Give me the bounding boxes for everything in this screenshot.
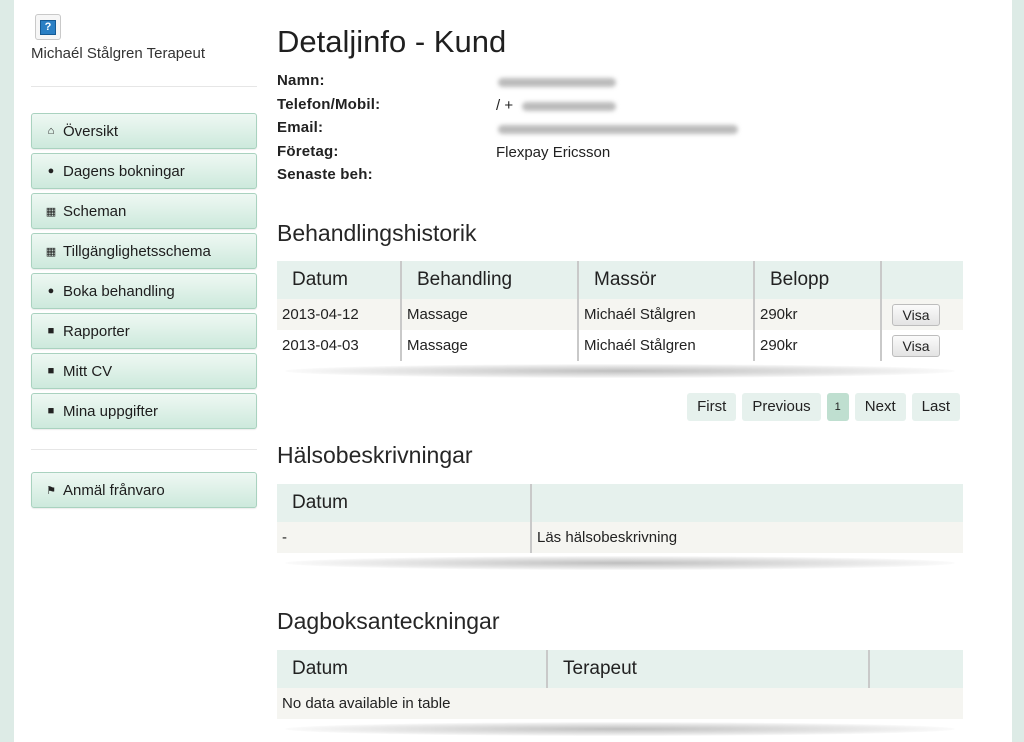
empty-message: No data available in table — [277, 688, 963, 719]
flag-icon: ⚑ — [46, 484, 56, 497]
nav-dagens-bokningar[interactable]: ● Dagens bokningar — [31, 153, 257, 189]
page: ? Michaél Stålgren Terapeut ⌂ Översikt ●… — [14, 0, 1012, 742]
table-row: 2013-04-03 Massage Michaél Stålgren 290k… — [277, 330, 963, 361]
nav-label: Tillgänglighetsschema — [63, 242, 211, 260]
home-icon: ⌂ — [47, 125, 55, 137]
nav-label: Scheman — [63, 202, 127, 220]
col-link — [531, 484, 963, 522]
company-value: Flexpay Ericsson — [496, 144, 611, 161]
book-icon: ■ — [47, 325, 55, 337]
nav-boka-behandling[interactable]: ● Boka behandling — [31, 273, 257, 309]
redacted-email — [498, 125, 738, 134]
therapist-name: Michaél Stålgren Terapeut — [31, 45, 205, 62]
nav-oversikt[interactable]: ⌂ Översikt — [31, 113, 257, 149]
col-action — [881, 261, 963, 299]
nav-label: Mina uppgifter — [63, 402, 159, 420]
phone-prefix: / + — [496, 97, 514, 114]
col-datum[interactable]: Datum — [277, 261, 402, 299]
cell-amount: 290kr — [754, 330, 882, 361]
page-title: Detaljinfo - Kund — [277, 24, 507, 59]
cell-amount: 290kr — [754, 299, 882, 330]
col-behandling[interactable]: Behandling — [401, 261, 579, 299]
folder-icon: ■ — [47, 365, 55, 377]
cell-date: 2013-04-12 — [277, 299, 402, 330]
cell-treatment: Massage — [401, 330, 579, 361]
table-shadow — [285, 364, 955, 378]
col-terapeut[interactable]: Terapeut — [547, 650, 870, 688]
table-shadow — [285, 722, 955, 736]
help-icon: ? — [40, 19, 56, 35]
sidebar-divider — [31, 449, 257, 450]
pager-last-button[interactable]: Last — [911, 393, 960, 421]
nav-scheman[interactable]: ▦ Scheman — [31, 193, 257, 229]
cell-masseur[interactable]: Michaél Stålgren — [578, 299, 755, 330]
folder-icon: ■ — [47, 405, 55, 417]
email-label: Email: — [277, 119, 324, 136]
calendar-icon: ▦ — [45, 245, 57, 258]
history-table: Datum Behandling Massör Belopp 2013-04-1… — [277, 261, 963, 361]
nav-mitt-cv[interactable]: ■ Mitt CV — [31, 353, 257, 389]
health-link[interactable]: Läs hälsobeskrivning — [531, 522, 963, 553]
user-icon: ● — [47, 285, 55, 297]
col-belopp[interactable]: Belopp — [754, 261, 882, 299]
cell-date: 2013-04-03 — [277, 330, 402, 361]
drop-icon: ● — [47, 165, 55, 177]
last-treatment-label: Senaste beh: — [277, 166, 373, 183]
cell-masseur[interactable]: Michaél Stålgren — [578, 330, 755, 361]
nav-label: Dagens bokningar — [63, 162, 185, 180]
nav-label: Översikt — [63, 122, 119, 140]
visa-button[interactable]: Visa — [892, 303, 940, 326]
cell-treatment: Massage — [401, 299, 579, 330]
col-action — [869, 650, 963, 688]
name-label: Namn: — [277, 72, 325, 89]
nav-label: Anmäl frånvaro — [63, 481, 165, 499]
pager-next-button[interactable]: Next — [854, 393, 906, 421]
pager-first-button[interactable]: First — [687, 393, 737, 421]
nav-tillganglighetsschema[interactable]: ▦ Tillgänglighetsschema — [31, 233, 257, 269]
redacted-name — [498, 78, 616, 87]
table-row: No data available in table — [277, 688, 963, 719]
cell-action: Visa — [881, 299, 963, 330]
table-row: - Läs hälsobeskrivning — [277, 522, 963, 553]
table-shadow — [285, 556, 955, 570]
sidebar-divider — [31, 86, 257, 87]
cell-date: - — [277, 522, 532, 553]
history-title: Behandlingshistorik — [277, 220, 477, 246]
diary-title: Dagboksanteckningar — [277, 608, 500, 634]
pagination: First Previous 1 Next Last — [681, 393, 960, 421]
pager-previous-button[interactable]: Previous — [742, 393, 821, 421]
nav-label: Boka behandling — [63, 282, 175, 300]
calendar-icon: ▦ — [45, 205, 57, 218]
health-title: Hälsobeskrivningar — [277, 442, 473, 468]
table-row: 2013-04-12 Massage Michaél Stålgren 290k… — [277, 299, 963, 330]
pager-page-1[interactable]: 1 — [826, 393, 849, 421]
visa-button[interactable]: Visa — [892, 334, 940, 357]
health-table: Datum - Läs hälsobeskrivning — [277, 484, 963, 553]
nav-label: Mitt CV — [63, 362, 113, 380]
cell-action: Visa — [881, 330, 963, 361]
nav-mina-uppgifter[interactable]: ■ Mina uppgifter — [31, 393, 257, 429]
nav-label: Rapporter — [63, 322, 130, 340]
col-datum[interactable]: Datum — [277, 484, 532, 522]
col-massor[interactable]: Massör — [578, 261, 755, 299]
phone-label: Telefon/Mobil: — [277, 96, 381, 113]
redacted-phone — [522, 102, 616, 111]
col-datum[interactable]: Datum — [277, 650, 548, 688]
diary-table: Datum Terapeut No data available in tabl… — [277, 650, 963, 719]
nav-rapporter[interactable]: ■ Rapporter — [31, 313, 257, 349]
nav-anmal-franvaro[interactable]: ⚑ Anmäl frånvaro — [31, 472, 257, 508]
company-label: Företag: — [277, 143, 339, 160]
logo[interactable]: ? — [35, 14, 61, 40]
